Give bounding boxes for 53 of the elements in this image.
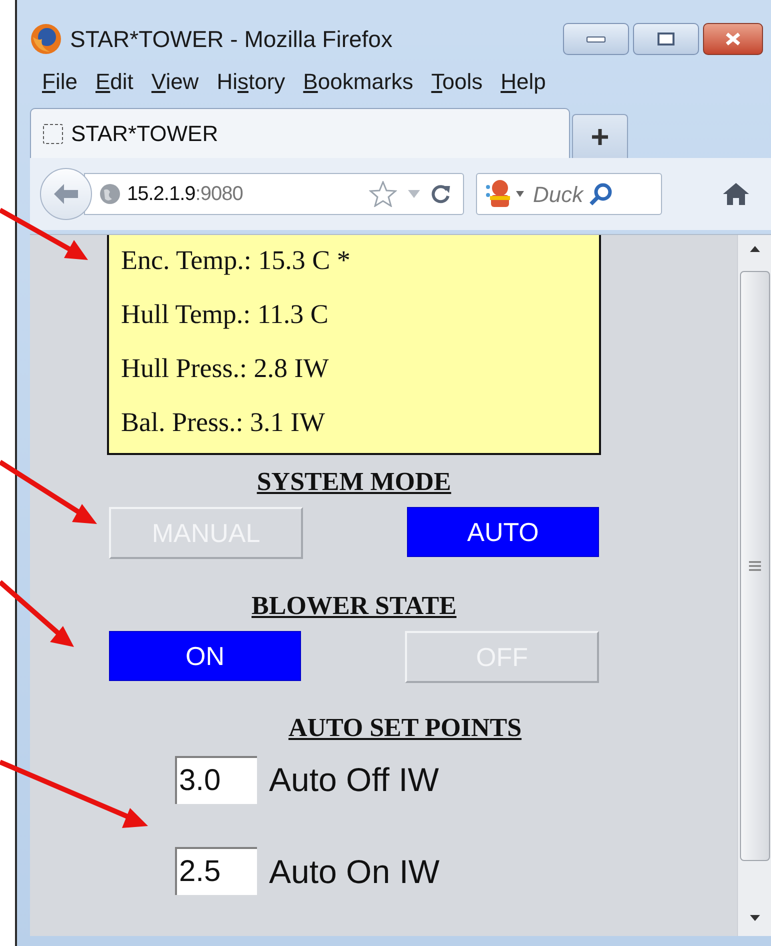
- dropdown-icon: [515, 190, 525, 198]
- search-placeholder: Duck: [533, 180, 584, 208]
- section-heading: AUTO SET POINTS: [288, 713, 522, 743]
- search-icon: [589, 182, 614, 206]
- reading-text: Hull Temp.: 11.3 C: [121, 298, 330, 331]
- toggle-button[interactable]: ON: [109, 631, 301, 681]
- toggle-button[interactable]: AUTO: [407, 507, 599, 557]
- address-field[interactable]: 15.2.1.9:9080: [84, 173, 464, 215]
- scroll-up-icon: [748, 245, 760, 253]
- close-icon: [725, 32, 741, 46]
- minimize-button[interactable]: [563, 23, 629, 55]
- browser-tab[interactable]: STAR*TOWER: [30, 108, 570, 158]
- grip-icon: [748, 561, 760, 571]
- back-arrow-icon: [53, 183, 79, 205]
- number-input[interactable]: 2.5: [175, 847, 257, 896]
- menu-item[interactable]: Help: [500, 64, 546, 98]
- close-button[interactable]: [703, 23, 763, 55]
- menu-item[interactable]: Tools: [431, 64, 483, 98]
- page-icon: [43, 124, 63, 144]
- window-title: STAR*TOWER - Mozilla Firefox: [70, 24, 392, 54]
- number-input[interactable]: 3.0: [175, 756, 257, 804]
- scrollbar-thumb[interactable]: [740, 271, 770, 861]
- url-host: 15.2.1.9: [127, 182, 196, 207]
- browser-logo-icon: [30, 23, 62, 55]
- home-icon: [722, 182, 750, 206]
- scrollbar[interactable]: [737, 235, 771, 936]
- menu-item[interactable]: Bookmarks: [303, 64, 414, 98]
- tab-label: STAR*TOWER: [71, 120, 218, 148]
- minimize-icon: [586, 35, 606, 43]
- field-label: Auto On IW: [269, 852, 440, 892]
- menu-item[interactable]: File: [42, 64, 78, 98]
- maximize-icon: [657, 32, 675, 46]
- section-heading: SYSTEM MODE: [256, 467, 452, 497]
- dropdown-icon: [407, 189, 421, 199]
- scroll-down-icon: [748, 914, 760, 922]
- duck-icon: [485, 179, 511, 209]
- url-port: :9080: [195, 182, 243, 207]
- field-label: Auto Off IW: [269, 760, 439, 800]
- back-button[interactable]: [40, 168, 92, 220]
- reading-text: Hull Press.: 2.8 IW: [121, 352, 330, 385]
- menu-item[interactable]: History: [216, 64, 286, 98]
- menu-item[interactable]: View: [151, 64, 199, 98]
- plus-icon: [590, 126, 610, 146]
- reading-text: Bal. Press.: 3.1 IW: [121, 406, 326, 439]
- section-heading: BLOWER STATE: [252, 591, 456, 621]
- maximize-button[interactable]: [633, 23, 699, 55]
- reload-icon: [431, 184, 451, 204]
- globe-icon: [99, 183, 121, 205]
- search-field[interactable]: Duck: [476, 173, 662, 215]
- star-icon: [369, 181, 397, 207]
- menu-item[interactable]: Edit: [95, 64, 134, 98]
- new-tab-button[interactable]: [572, 114, 628, 158]
- reading-text: Enc. Temp.: 15.3 C *: [121, 244, 352, 277]
